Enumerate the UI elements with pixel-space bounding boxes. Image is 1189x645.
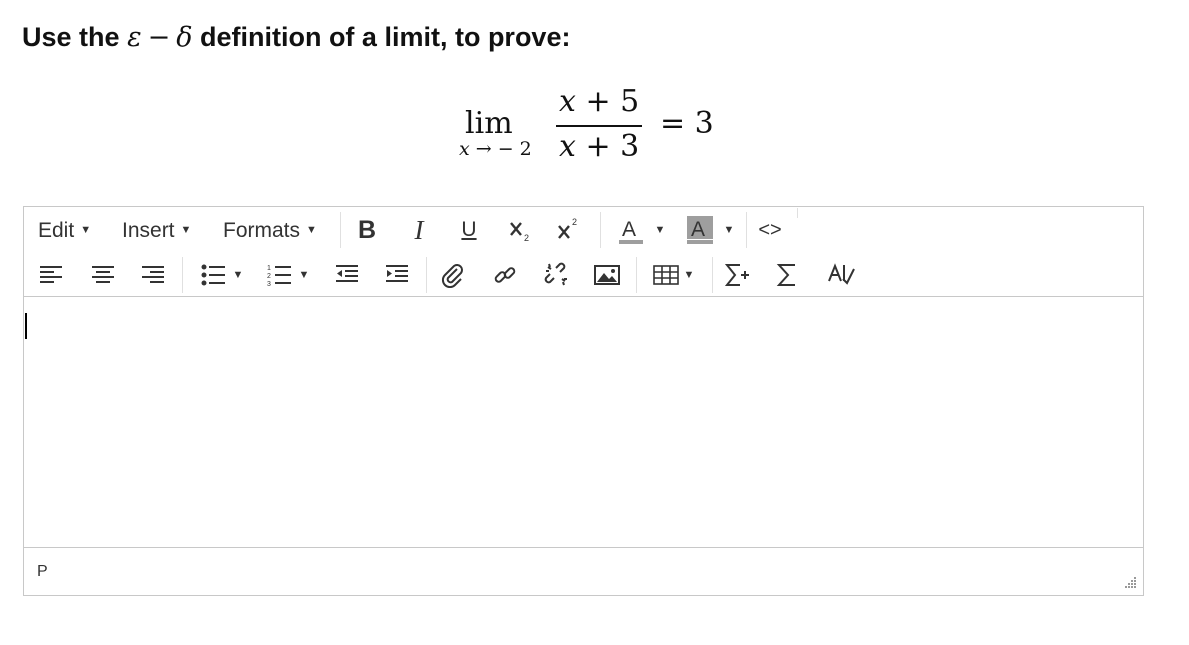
underline-button[interactable]: U xyxy=(456,214,482,246)
edit-menu[interactable]: Edit ▼ xyxy=(38,219,91,243)
align-left-button[interactable] xyxy=(36,259,66,291)
editor-statusbar: P xyxy=(24,547,1143,595)
resize-handle-icon[interactable] xyxy=(1123,575,1137,589)
question-prefix: Use the xyxy=(22,22,120,52)
align-left-icon xyxy=(40,266,62,283)
subscript-button[interactable]: 2 xyxy=(506,214,536,246)
link-icon xyxy=(494,267,516,283)
image-button[interactable] xyxy=(592,259,622,291)
source-code-icon: <> xyxy=(758,218,782,241)
minus-symbol: − xyxy=(147,22,171,53)
chevron-down-icon: ▼ xyxy=(723,224,735,236)
svg-text:2: 2 xyxy=(524,233,529,243)
text-color-icon: A xyxy=(618,218,643,244)
delta-symbol: δ xyxy=(176,22,193,53)
bullet-list-icon xyxy=(201,264,225,286)
svg-text:A: A xyxy=(622,218,636,241)
numbered-list-icon: 123 xyxy=(267,265,291,288)
svg-text:A: A xyxy=(691,218,705,241)
insert-menu[interactable]: Insert ▼ xyxy=(122,219,191,243)
editor-toolbar: Edit ▼ Insert ▼ Formats ▼ B I U 2 2 A ▼ A ▼ xyxy=(24,207,1143,297)
fraction-denominator: x + 3 xyxy=(559,129,640,164)
toolbar-row-1: Edit ▼ Insert ▼ Formats ▼ B I U 2 2 A ▼ A ▼ xyxy=(24,208,1143,252)
background-color-button[interactable]: A ▼ xyxy=(681,214,737,246)
equals-three: = 3 xyxy=(660,106,714,141)
element-path[interactable]: P xyxy=(37,563,48,581)
toolbar-divider xyxy=(746,212,747,248)
svg-text:2: 2 xyxy=(267,273,271,280)
chevron-down-icon: ▼ xyxy=(654,224,666,236)
svg-text:3: 3 xyxy=(267,281,271,288)
chevron-down-icon: ▼ xyxy=(180,224,192,236)
question-text: Use the ε − δ definition of a limit, to pr… xyxy=(22,22,570,53)
lim-label: lim xyxy=(465,106,513,141)
equation-insert-icon xyxy=(724,264,749,286)
toolbar-divider xyxy=(712,257,713,293)
toolbar-divider xyxy=(340,212,341,248)
chevron-down-icon: ▼ xyxy=(683,269,695,281)
epsilon-symbol: ε xyxy=(127,22,142,53)
background-color-icon: A xyxy=(686,216,713,244)
spellcheck-button[interactable] xyxy=(824,259,858,291)
toolbar-row-2: ▼ 123 ▼ ▼ xyxy=(24,253,1143,297)
underline-icon: U xyxy=(461,218,477,241)
toolbar-divider xyxy=(182,257,183,293)
italic-icon: I xyxy=(414,214,424,245)
sigma-icon xyxy=(776,264,795,286)
align-center-icon xyxy=(92,266,114,283)
outdent-button[interactable] xyxy=(332,259,362,291)
source-code-button[interactable]: <> xyxy=(754,214,786,246)
unlink-icon xyxy=(544,262,567,286)
chevron-down-icon: ▼ xyxy=(80,224,92,236)
superscript-button[interactable]: 2 xyxy=(554,214,584,246)
numbered-list-button[interactable]: 123 ▼ xyxy=(260,259,314,291)
toolbar-divider xyxy=(426,257,427,293)
fraction-bar xyxy=(556,125,642,127)
table-icon xyxy=(652,265,679,285)
lim-subscript: x → − 2 xyxy=(459,138,532,160)
align-center-button[interactable] xyxy=(88,259,118,291)
text-color-button[interactable]: A ▼ xyxy=(612,214,668,246)
align-right-icon xyxy=(142,266,164,283)
italic-button[interactable]: I xyxy=(406,214,432,246)
sigma-button[interactable] xyxy=(772,259,802,291)
indent-button[interactable] xyxy=(382,259,412,291)
formats-menu[interactable]: Formats ▼ xyxy=(223,219,317,243)
link-button[interactable] xyxy=(490,259,520,291)
toolbar-divider xyxy=(600,212,601,248)
fraction-numerator: x + 5 xyxy=(559,84,640,119)
chevron-down-icon: ▼ xyxy=(306,224,317,236)
chevron-down-icon: ▼ xyxy=(298,269,310,281)
attachment-icon xyxy=(441,264,463,288)
superscript-icon: 2 xyxy=(558,217,577,239)
toolbar-divider xyxy=(636,257,637,293)
limit-formula: lim x → − 2 x + 5 x + 3 = 3 xyxy=(455,84,725,174)
bold-button[interactable]: B xyxy=(354,214,380,246)
svg-text:2: 2 xyxy=(572,217,577,227)
outdent-icon xyxy=(336,265,358,282)
text-cursor xyxy=(25,313,27,339)
bold-icon: B xyxy=(357,215,377,244)
subscript-icon: 2 xyxy=(510,222,529,243)
rich-text-editor[interactable]: Edit ▼ Insert ▼ Formats ▼ B I U 2 2 A ▼ A ▼ xyxy=(23,206,1144,596)
svg-text:1: 1 xyxy=(267,265,271,272)
question-suffix: definition of a limit, to prove: xyxy=(199,22,571,52)
image-icon xyxy=(594,265,620,285)
attachment-button[interactable] xyxy=(438,259,468,291)
toolbar-divider xyxy=(797,208,798,218)
unlink-button[interactable] xyxy=(540,259,574,291)
align-right-button[interactable] xyxy=(138,259,168,291)
bullet-list-button[interactable]: ▼ xyxy=(194,259,248,291)
chevron-down-icon: ▼ xyxy=(232,269,244,281)
spellcheck-icon xyxy=(828,263,855,285)
indent-icon xyxy=(386,265,408,282)
table-button[interactable]: ▼ xyxy=(648,259,698,291)
editor-content-area[interactable] xyxy=(24,298,1143,548)
equation-insert-button[interactable] xyxy=(722,259,752,291)
